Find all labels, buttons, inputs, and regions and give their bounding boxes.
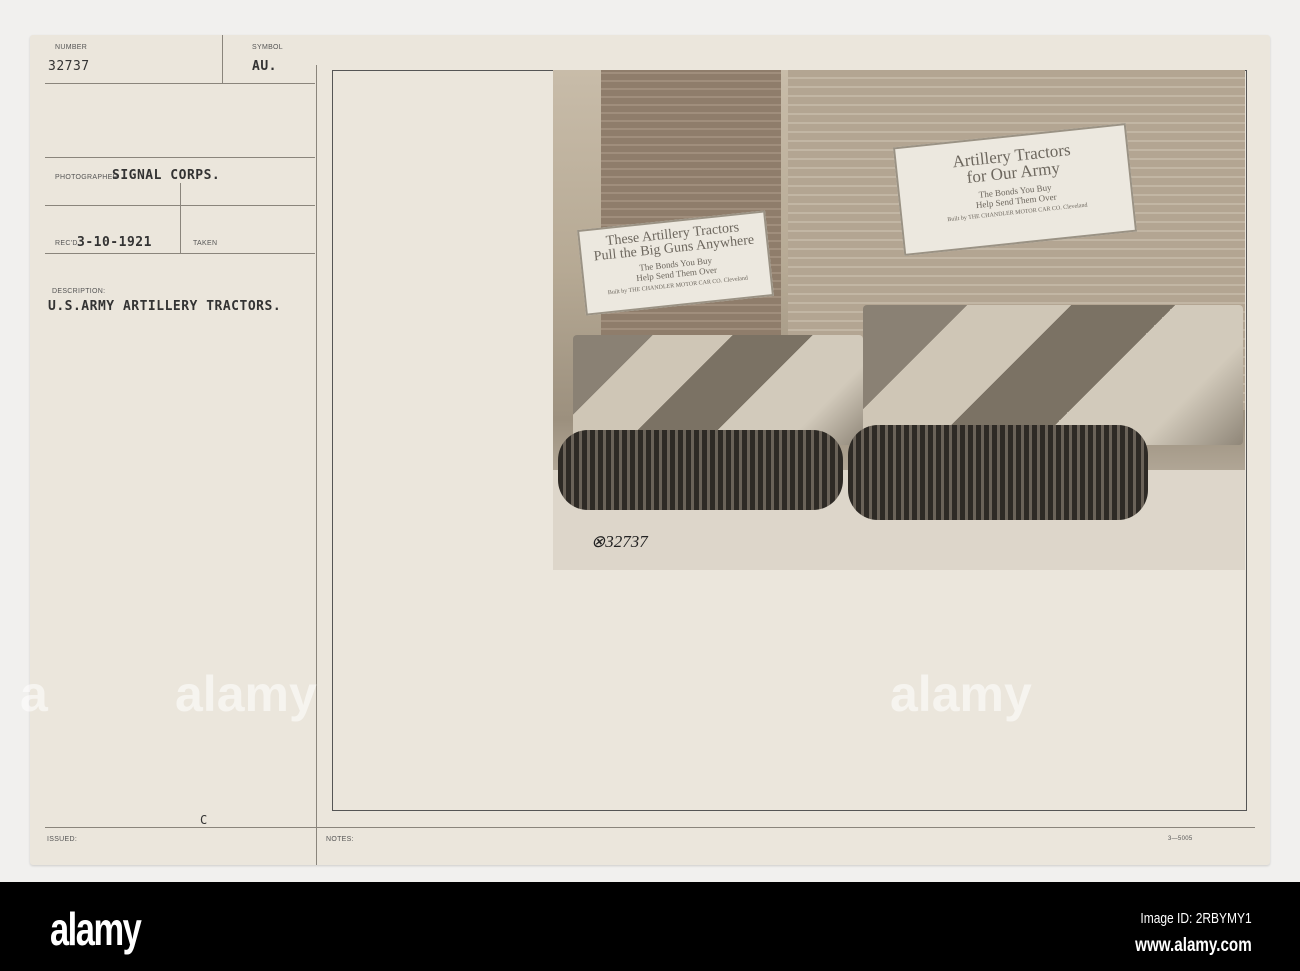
photograph: These Artillery Tractors Pull the Big Gu… bbox=[553, 70, 1245, 570]
symbol-value: AU. bbox=[252, 59, 277, 74]
photographer-value: SIGNAL CORPS. bbox=[112, 168, 221, 183]
photographer-label: PHOTOGRAPHER bbox=[55, 174, 118, 181]
form-number: 3—5005 bbox=[1168, 836, 1193, 842]
number-value: 32737 bbox=[48, 59, 90, 74]
issued-label: ISSUED: bbox=[47, 836, 78, 843]
description-value: U.S.ARMY ARTILLERY TRACTORS. bbox=[48, 299, 282, 314]
footer-band bbox=[0, 882, 1300, 971]
watermark: a bbox=[20, 666, 48, 722]
watermark: alamy bbox=[890, 666, 1032, 722]
symbol-label: SYMBOL bbox=[252, 44, 283, 51]
taken-label: TAKEN bbox=[193, 240, 218, 247]
alamy-logo: alamy bbox=[50, 903, 142, 955]
negative-number: ⊗32737 bbox=[591, 532, 648, 551]
archive-card: NUMBER 32737 SYMBOL AU. PHOTOGRAPHER SIG… bbox=[30, 35, 1270, 865]
received-label: REC'D bbox=[55, 240, 78, 247]
notes-label: NOTES: bbox=[326, 836, 354, 843]
description-label: DESCRIPTION: bbox=[52, 288, 106, 295]
tractor-left bbox=[573, 335, 863, 445]
image-info: Image ID: 2RBYMY1 www.alamy.com bbox=[1135, 910, 1252, 957]
number-label: NUMBER bbox=[55, 44, 88, 51]
tractor-right bbox=[863, 305, 1243, 445]
received-value: 3-10-1921 bbox=[77, 235, 152, 250]
site-url: www.alamy.com bbox=[1135, 935, 1252, 956]
issued-mark: C bbox=[200, 813, 208, 827]
watermark: alamy bbox=[175, 666, 317, 722]
image-id: Image ID: 2RBYMY1 bbox=[1140, 910, 1252, 927]
